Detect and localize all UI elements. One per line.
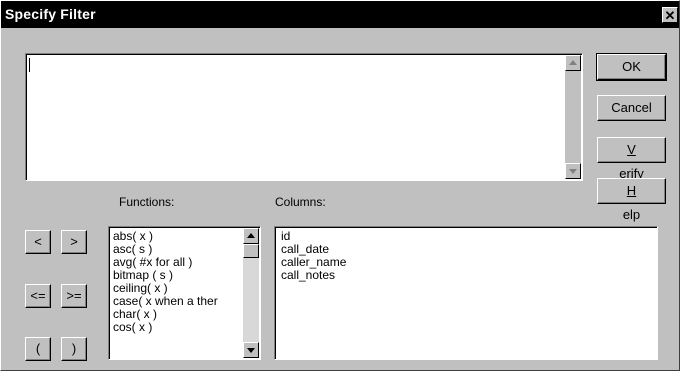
functions-scrollbar[interactable]	[243, 228, 259, 358]
editor-scroll-up-button[interactable]	[565, 55, 581, 71]
greater-equal-button[interactable]: >=	[61, 284, 87, 308]
open-paren-button[interactable]: (	[25, 337, 51, 361]
open-paren-label: (	[35, 341, 41, 356]
specify-filter-dialog: Specify Filter ✕ OK Cancel Verify Help <	[0, 0, 680, 371]
help-button-label: Help	[598, 179, 665, 227]
functions-list[interactable]: abs( x ) asc( s ) avg( #x for all ) bitm…	[108, 226, 261, 360]
close-paren-label: )	[71, 341, 77, 356]
functions-scroll-up-button[interactable]	[243, 228, 259, 244]
column-item[interactable]: call_notes	[278, 269, 346, 282]
help-label-rest: elp	[622, 207, 641, 222]
greater-equal-label: >=	[66, 288, 82, 303]
close-icon: ✕	[664, 8, 676, 23]
title-bar[interactable]: Specify Filter ✕	[1, 1, 679, 28]
columns-list-items: id call_date caller_name call_notes	[278, 230, 346, 282]
scroll-down-icon	[247, 348, 255, 353]
filter-expression-editor[interactable]	[25, 53, 583, 181]
scroll-up-icon	[247, 233, 255, 238]
scroll-up-icon	[569, 60, 577, 65]
less-than-label: <	[34, 234, 42, 249]
columns-label: Columns:	[275, 195, 326, 209]
help-button[interactable]: Help	[597, 178, 666, 222]
ok-button-label: OK	[622, 59, 641, 74]
verify-button[interactable]: Verify	[597, 137, 666, 181]
editor-scroll-down-button[interactable]	[565, 163, 581, 179]
less-equal-label: <=	[30, 288, 46, 303]
help-mnemonic: H	[626, 183, 637, 198]
functions-scroll-thumb[interactable]	[243, 244, 259, 258]
less-equal-button[interactable]: <=	[25, 284, 51, 308]
verify-mnemonic: V	[627, 142, 636, 157]
dialog-title: Specify Filter	[5, 6, 96, 22]
less-than-button[interactable]: <	[25, 230, 51, 254]
columns-list[interactable]: id call_date caller_name call_notes	[274, 226, 658, 360]
text-caret	[29, 58, 30, 72]
greater-than-button[interactable]: >	[61, 230, 87, 254]
functions-list-items: abs( x ) asc( s ) avg( #x for all ) bitm…	[110, 230, 228, 334]
cancel-button[interactable]: Cancel	[597, 95, 666, 121]
close-paren-button[interactable]: )	[61, 337, 87, 361]
function-item[interactable]: cos( x )	[110, 321, 228, 334]
ok-button[interactable]: OK	[596, 53, 667, 81]
functions-label: Functions:	[119, 195, 175, 209]
scroll-down-icon	[569, 169, 577, 174]
close-button[interactable]: ✕	[662, 7, 678, 23]
cancel-button-label: Cancel	[611, 100, 652, 115]
editor-scrollbar[interactable]	[565, 55, 581, 179]
greater-than-label: >	[70, 234, 78, 249]
functions-scroll-down-button[interactable]	[243, 342, 259, 358]
